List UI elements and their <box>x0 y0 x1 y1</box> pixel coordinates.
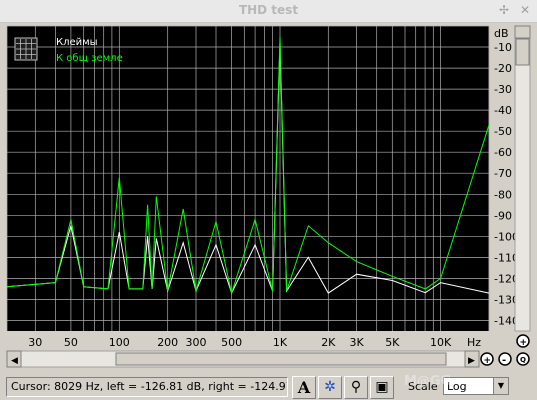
status-bar: Cursor: 8029 Hz, left = -126.81 dB, righ… <box>0 374 537 400</box>
y-tick-label: -60 <box>494 146 512 159</box>
legend-right-label: К общ земле <box>56 53 123 64</box>
horizontal-scrollbar[interactable]: ◀ ▶ <box>6 350 480 368</box>
y-tick-label: -80 <box>494 188 512 201</box>
zoom-button[interactable]: ⚲ <box>344 376 368 399</box>
y-tick-label: -70 <box>494 167 512 180</box>
y-tick-label: -30 <box>494 83 512 96</box>
refresh-button[interactable]: ✲ <box>318 376 342 399</box>
scroll-up-button[interactable] <box>514 25 531 39</box>
chevron-down-icon[interactable]: ▼ <box>493 378 508 394</box>
x-tick-label: 200 <box>157 336 178 349</box>
zoom-out-x-button[interactable]: - <box>498 352 512 366</box>
zoom-fit-icon: Q <box>520 356 526 364</box>
x-tick-label: 2K <box>321 336 336 349</box>
refresh-icon: ✲ <box>324 379 336 395</box>
font-icon: A <box>297 378 311 397</box>
y-tick-label: -10 <box>494 41 512 54</box>
x-tick-label: 10K <box>430 336 452 349</box>
font-button[interactable]: A <box>292 376 316 399</box>
x-tick-label: 3K <box>349 336 364 349</box>
y-tick-label: -50 <box>494 125 512 138</box>
vertical-scrollbar[interactable] <box>514 25 531 332</box>
scale-dropdown[interactable]: Log ▼ <box>443 377 509 395</box>
title-bar: THD test ✢ ✕ <box>0 0 537 23</box>
x-tick-label: 500 <box>221 336 242 349</box>
y-tick-label: -90 <box>494 209 512 222</box>
save-button[interactable]: ▣ <box>370 376 394 399</box>
y-axis-unit: dB <box>494 27 509 40</box>
spectrum-chart[interactable]: dB-10-20-30-40-50-60-70-80-90-100-110-12… <box>4 23 533 374</box>
scroll-left-arrow-icon: ◀ <box>11 356 18 366</box>
zoom-in-x-button[interactable]: + <box>480 352 494 366</box>
magnifier-icon: ⚲ <box>350 379 362 395</box>
x-tick-label: 300 <box>186 336 207 349</box>
legend-left-label: Клеймы <box>56 37 98 48</box>
floppy-disk-icon: ▣ <box>375 379 389 395</box>
vscroll-thumb[interactable] <box>515 38 530 66</box>
zoom-out-icon: - <box>502 355 506 366</box>
spectrum-plot-frame: dB -10 -20 -30 -40 -50 -60 -70 -80 -90 -100 -110 -12… <box>4 23 533 374</box>
cursor-readout: Cursor: 8029 Hz, left = -126.81 dB, righ… <box>6 377 288 397</box>
x-tick-label: 50 <box>64 336 78 349</box>
x-tick-label: 1K <box>273 336 288 349</box>
scroll-right-arrow-icon: ▶ <box>468 356 475 366</box>
y-tick-label: -20 <box>494 62 512 75</box>
close-icon[interactable]: ✕ <box>518 3 532 17</box>
pin-icon[interactable]: ✢ <box>497 3 511 17</box>
zoom-fit-x-button[interactable]: Q <box>516 352 530 366</box>
zoom-in-y-button[interactable]: + <box>516 334 530 348</box>
x-tick-label: 30 <box>28 336 42 349</box>
zoom-in-icon: + <box>484 356 492 366</box>
x-axis-unit: Hz <box>467 336 481 349</box>
scroll-thumb[interactable] <box>115 352 447 366</box>
zoom-in-y-icon: + <box>520 338 528 348</box>
watermark: M@GG <box>404 374 452 389</box>
window-title: THD test <box>238 3 299 17</box>
y-tick-label: -40 <box>494 104 512 117</box>
x-tick-label: 5K <box>385 336 400 349</box>
x-tick-label: 100 <box>109 336 130 349</box>
